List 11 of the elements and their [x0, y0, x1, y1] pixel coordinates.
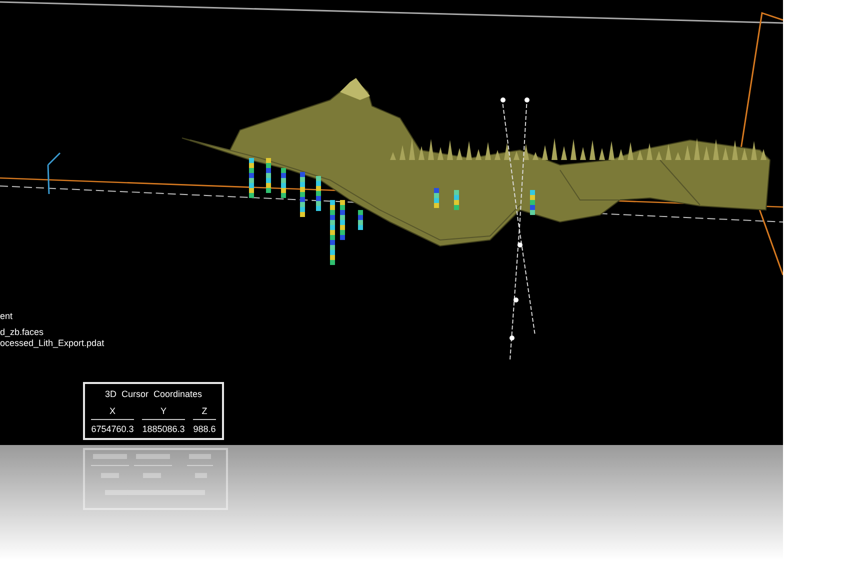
axis-label: Z	[193, 406, 216, 420]
coordinate-value: 988.6	[193, 424, 216, 434]
axis-label: Y	[142, 406, 185, 420]
coordinate-value: 6754760.3	[91, 424, 134, 434]
panel-title: 3D Cursor Coordinates	[104, 389, 204, 399]
layer-label: d_zb.faces	[0, 327, 45, 338]
axis-label: X	[91, 406, 134, 420]
layer-label: ent	[0, 311, 14, 322]
axis-marker	[47, 152, 61, 195]
coordinate-value: 1885086.3	[142, 424, 185, 434]
layer-label: ocessed_Lith_Export.pdat	[0, 338, 104, 349]
